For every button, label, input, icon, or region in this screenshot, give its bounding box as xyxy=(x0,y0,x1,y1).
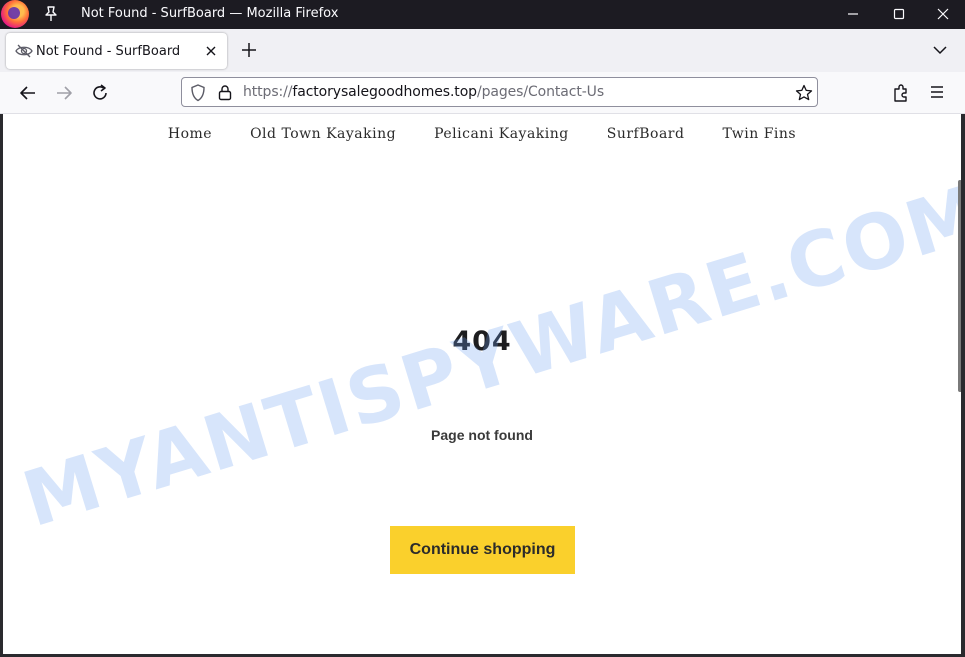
url-scheme: https:// xyxy=(243,84,293,100)
bookmark-star-icon[interactable] xyxy=(795,84,813,102)
back-arrow-icon[interactable] xyxy=(18,83,38,103)
nav-link-home[interactable]: Home xyxy=(168,126,212,142)
close-tab-icon[interactable] xyxy=(203,43,219,59)
tab-strip: Not Found - SurfBoard xyxy=(0,29,965,72)
nav-link-surfboard[interactable]: SurfBoard xyxy=(607,126,685,142)
hamburger-menu-icon[interactable] xyxy=(929,84,945,100)
close-icon xyxy=(937,8,949,20)
chevron-down-icon[interactable] xyxy=(931,41,949,59)
nav-link-pelicani-kayaking[interactable]: Pelicani Kayaking xyxy=(434,126,569,142)
url-domain: factorysalegoodhomes.top xyxy=(292,84,477,100)
minimize-button[interactable] xyxy=(830,0,876,29)
close-window-button[interactable] xyxy=(920,0,965,29)
pin-icon[interactable] xyxy=(43,5,59,23)
extensions-puzzle-icon[interactable] xyxy=(892,83,910,103)
tracking-shield-icon[interactable] xyxy=(190,84,206,102)
nav-link-twin-fins[interactable]: Twin Fins xyxy=(722,126,796,142)
window-frame-right xyxy=(961,114,965,657)
error-code: 404 xyxy=(452,326,512,357)
scrollbar-thumb[interactable] xyxy=(958,180,961,392)
new-tab-plus-icon[interactable] xyxy=(240,41,258,59)
tab-active[interactable]: Not Found - SurfBoard xyxy=(6,33,227,69)
error-message: Page not found xyxy=(431,427,533,443)
title-bar: Not Found - SurfBoard — Mozilla Firefox xyxy=(0,0,965,29)
url-text[interactable]: https://factorysalegoodhomes.top/pages/C… xyxy=(243,84,604,100)
navigation-toolbar: https://factorysalegoodhomes.top/pages/C… xyxy=(0,72,965,114)
address-bar[interactable]: https://factorysalegoodhomes.top/pages/C… xyxy=(181,77,818,107)
window-title: Not Found - SurfBoard — Mozilla Firefox xyxy=(81,6,339,21)
reload-icon[interactable] xyxy=(90,83,110,103)
forward-arrow-icon[interactable] xyxy=(54,83,74,103)
maximize-button[interactable] xyxy=(876,0,922,29)
maximize-icon xyxy=(893,8,905,20)
tab-title: Not Found - SurfBoard xyxy=(36,44,181,59)
continue-shopping-button[interactable]: Continue shopping xyxy=(390,526,575,574)
url-path: /pages/Contact-Us xyxy=(476,84,605,100)
page-content: Home Old Town Kayaking Pelicani Kayaking Su… xyxy=(3,114,961,654)
site-navigation: Home Old Town Kayaking Pelicani Kayaking Su… xyxy=(3,126,961,142)
lock-icon[interactable] xyxy=(218,84,232,101)
nav-link-old-town-kayaking[interactable]: Old Town Kayaking xyxy=(250,126,396,142)
eye-slash-icon xyxy=(15,44,33,58)
firefox-logo-icon xyxy=(1,0,29,28)
minimize-icon xyxy=(848,13,858,15)
